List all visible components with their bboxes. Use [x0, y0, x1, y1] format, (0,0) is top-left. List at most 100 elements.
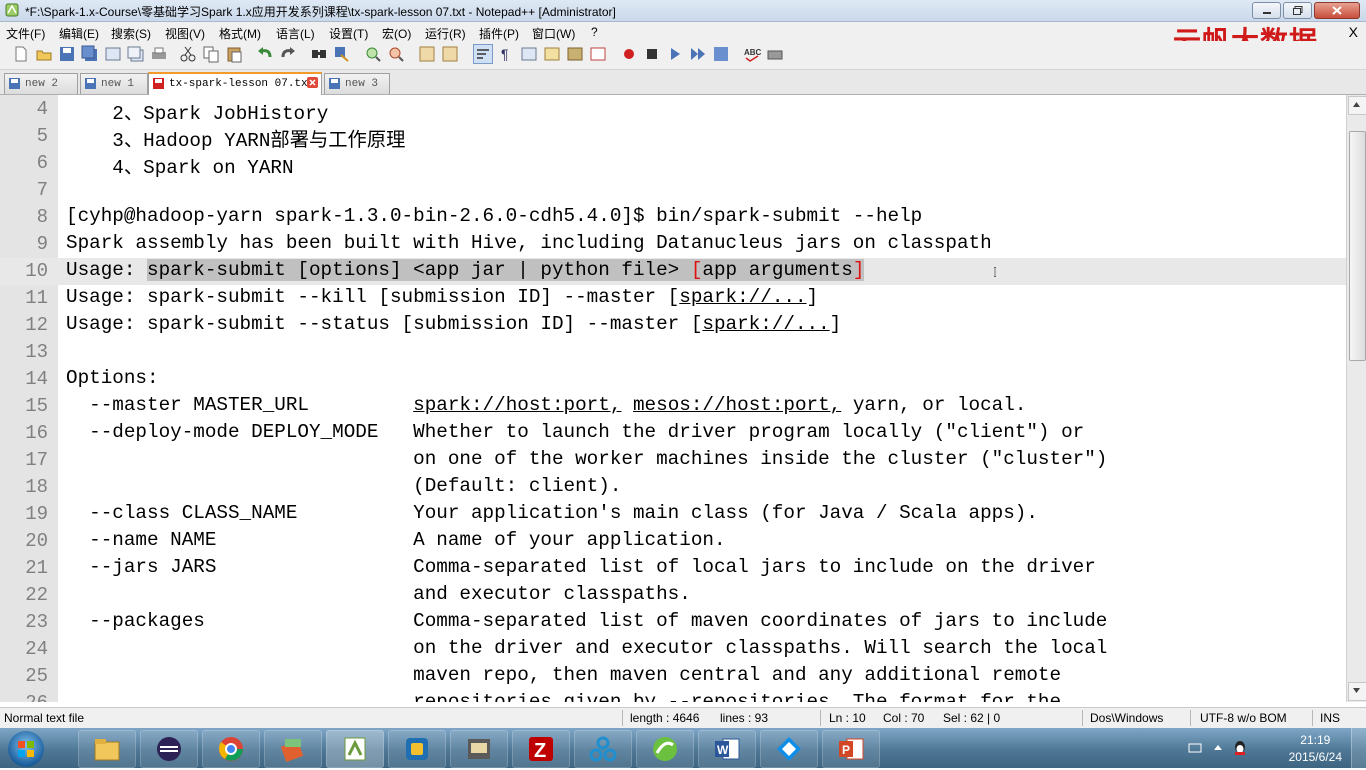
- print-icon[interactable]: [150, 45, 168, 63]
- zoom-out-icon[interactable]: [387, 45, 405, 63]
- taskbar-vm-console[interactable]: [450, 730, 508, 768]
- save-icon[interactable]: [58, 45, 76, 63]
- menu-run[interactable]: 运行(R): [425, 25, 466, 42]
- close-window-button[interactable]: [1314, 2, 1360, 19]
- current-line[interactable]: 10 Usage: spark-submit [options] <app ja…: [0, 258, 1346, 285]
- editor-line[interactable]: 25 maven repo, then maven central and an…: [0, 663, 1346, 690]
- editor-line[interactable]: 6 4、Spark on YARN: [0, 150, 1346, 179]
- tab-tx-spark-lesson-07[interactable]: tx-spark-lesson 07.txt: [148, 72, 322, 95]
- editor-line[interactable]: 4 2、Spark JobHistory: [0, 96, 1346, 125]
- taskbar-green-app[interactable]: [636, 730, 694, 768]
- editor-line[interactable]: 23 --packages Comma-separated list of ma…: [0, 609, 1346, 636]
- zoom-in-icon[interactable]: [364, 45, 382, 63]
- menu-edit[interactable]: 编辑(E): [59, 25, 99, 42]
- vertical-scrollbar[interactable]: [1346, 95, 1366, 702]
- restore-button[interactable]: [1283, 2, 1312, 19]
- menu-window[interactable]: 窗口(W): [532, 25, 575, 42]
- editor-line[interactable]: 13: [0, 339, 1346, 366]
- indent-guide-icon[interactable]: [520, 45, 538, 63]
- taskbar-explorer[interactable]: [78, 730, 136, 768]
- close-document-button[interactable]: X: [1349, 24, 1358, 40]
- function-list-icon[interactable]: [589, 45, 607, 63]
- scroll-thumb[interactable]: [1349, 131, 1366, 361]
- sync-vertical-icon[interactable]: [418, 45, 436, 63]
- url-link[interactable]: spark://host:port,: [413, 394, 621, 416]
- menu-macro[interactable]: 宏(O): [382, 25, 411, 42]
- find-icon[interactable]: [310, 45, 328, 63]
- tab-new-1[interactable]: new 1: [80, 73, 148, 94]
- copy-icon[interactable]: [202, 45, 220, 63]
- save-all-icon[interactable]: [81, 45, 99, 63]
- menu-plugins[interactable]: 插件(P): [479, 25, 519, 42]
- editor-line[interactable]: 11 Usage: spark-submit --kill [submissio…: [0, 285, 1346, 312]
- text-editor[interactable]: 4 2、Spark JobHistory 5 3、Hadoop YARN部署与工…: [0, 95, 1346, 702]
- keyboard-icon[interactable]: [1188, 741, 1202, 755]
- open-file-icon[interactable]: [35, 45, 53, 63]
- editor-line[interactable]: 17 on one of the worker machines inside …: [0, 447, 1346, 474]
- editor-line[interactable]: 14 Options:: [0, 366, 1346, 393]
- clock[interactable]: 21:19 2015/6/24: [1289, 732, 1342, 766]
- menu-settings[interactable]: 设置(T): [329, 25, 368, 42]
- editor-line[interactable]: 19 --class CLASS_NAME Your application's…: [0, 501, 1346, 528]
- redo-icon[interactable]: [279, 45, 297, 63]
- close-file-icon[interactable]: [104, 45, 122, 63]
- minimize-button[interactable]: [1252, 2, 1281, 19]
- tab-new-3[interactable]: new 3: [324, 73, 390, 94]
- menu-view[interactable]: 视图(V): [165, 25, 205, 42]
- menu-file[interactable]: 文件(F): [6, 25, 45, 42]
- editor-line[interactable]: 7: [0, 177, 1346, 204]
- show-desktop-button[interactable]: [1351, 728, 1366, 768]
- user-lang-icon[interactable]: [543, 45, 561, 63]
- menu-help[interactable]: ?: [591, 25, 598, 39]
- doc-map-icon[interactable]: [566, 45, 584, 63]
- editor-line[interactable]: 5 3、Hadoop YARN部署与工作原理: [0, 123, 1346, 152]
- editor-line[interactable]: 18 (Default: client).: [0, 474, 1346, 501]
- taskbar-network[interactable]: [574, 730, 632, 768]
- taskbar-teamviewer[interactable]: [760, 730, 818, 768]
- sync-horizontal-icon[interactable]: [441, 45, 459, 63]
- stop-macro-icon[interactable]: [643, 45, 661, 63]
- taskbar-powerpoint[interactable]: P: [822, 730, 880, 768]
- editor-line[interactable]: 9 Spark assembly has been built with Hiv…: [0, 231, 1346, 258]
- taskbar-word[interactable]: W: [698, 730, 756, 768]
- qq-icon[interactable]: [1232, 739, 1248, 757]
- menu-search[interactable]: 搜索(S): [111, 25, 151, 42]
- editor-line[interactable]: 15 --master MASTER_URL spark://host:port…: [0, 393, 1346, 420]
- editor-line[interactable]: 21 --jars JARS Comma-separated list of l…: [0, 555, 1346, 582]
- taskbar-editor[interactable]: [264, 730, 322, 768]
- record-macro-icon[interactable]: [620, 45, 638, 63]
- taskbar-notepadpp[interactable]: [326, 730, 384, 768]
- show-all-chars-icon[interactable]: ¶: [497, 45, 515, 63]
- cut-icon[interactable]: [179, 45, 197, 63]
- scroll-up-button[interactable]: [1348, 96, 1366, 115]
- paste-icon[interactable]: [225, 45, 243, 63]
- spell-check-icon[interactable]: ABC: [743, 45, 761, 63]
- editor-line[interactable]: 24 on the driver and executor classpaths…: [0, 636, 1346, 663]
- menu-format[interactable]: 格式(M): [219, 25, 261, 42]
- close-all-icon[interactable]: [127, 45, 145, 63]
- editor-line[interactable]: 12 Usage: spark-submit --status [submiss…: [0, 312, 1346, 339]
- save-macro-icon[interactable]: [712, 45, 730, 63]
- editor-line[interactable]: 16 --deploy-mode DEPLOY_MODE Whether to …: [0, 420, 1346, 447]
- menu-language[interactable]: 语言(L): [276, 25, 315, 42]
- start-button[interactable]: [8, 731, 44, 767]
- url-link[interactable]: mesos://host:port,: [633, 394, 841, 416]
- url-link[interactable]: spark://...: [679, 286, 806, 308]
- play-macro-icon[interactable]: [666, 45, 684, 63]
- editor-line[interactable]: 20 --name NAME A name of your applicatio…: [0, 528, 1346, 555]
- undo-icon[interactable]: [256, 45, 274, 63]
- run-macro-multiple-icon[interactable]: [689, 45, 707, 63]
- taskbar-virtualbox[interactable]: [388, 730, 446, 768]
- editor-line[interactable]: 22 and executor classpaths.: [0, 582, 1346, 609]
- taskbar-chrome[interactable]: [202, 730, 260, 768]
- new-file-icon[interactable]: [12, 45, 30, 63]
- scroll-down-button[interactable]: [1348, 682, 1366, 701]
- editor-line[interactable]: 8 [cyhp@hadoop-yarn spark-1.3.0-bin-2.6.…: [0, 204, 1346, 231]
- tab-new-2[interactable]: new 2: [4, 73, 78, 94]
- replace-icon[interactable]: [333, 45, 351, 63]
- taskbar-filezilla[interactable]: Z: [512, 730, 570, 768]
- taskbar-eclipse[interactable]: [140, 730, 198, 768]
- tab-close-icon[interactable]: [307, 77, 318, 88]
- word-wrap-icon[interactable]: [473, 44, 493, 64]
- plugin-tool-icon[interactable]: [766, 45, 784, 63]
